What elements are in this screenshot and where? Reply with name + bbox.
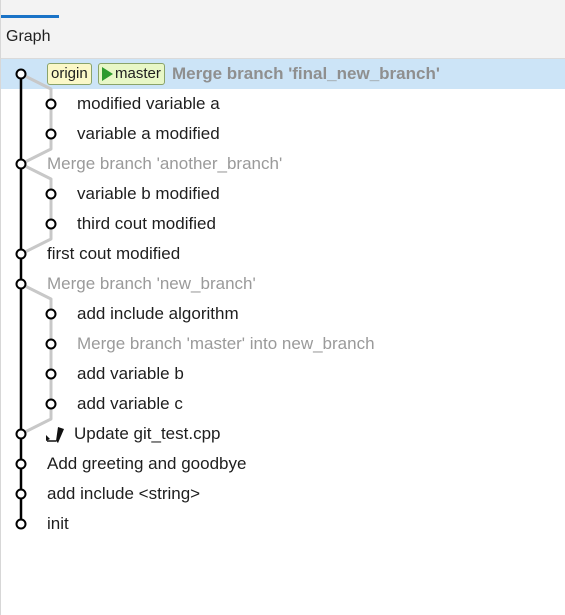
commit-node (45, 368, 57, 380)
commit-node (45, 218, 57, 230)
commit-node (15, 158, 27, 170)
commit-node (15, 458, 27, 470)
commit-node (45, 398, 57, 410)
commit-node (45, 128, 57, 140)
commit-node (45, 98, 57, 110)
commit-graph (15, 68, 57, 530)
commit-node (15, 68, 27, 80)
commit-node (15, 278, 27, 290)
commit-node (45, 338, 57, 350)
commit-node (15, 488, 27, 500)
branch-line (20, 162, 53, 256)
commit-node (15, 428, 27, 440)
commit-graph-panel: Graph origin master Merge branch 'final_ne… (0, 0, 565, 615)
commit-node (15, 518, 27, 530)
commit-node (15, 248, 27, 260)
commit-node (45, 188, 57, 200)
branch-line (20, 72, 53, 166)
branch-line (20, 282, 53, 436)
commit-node (45, 308, 57, 320)
